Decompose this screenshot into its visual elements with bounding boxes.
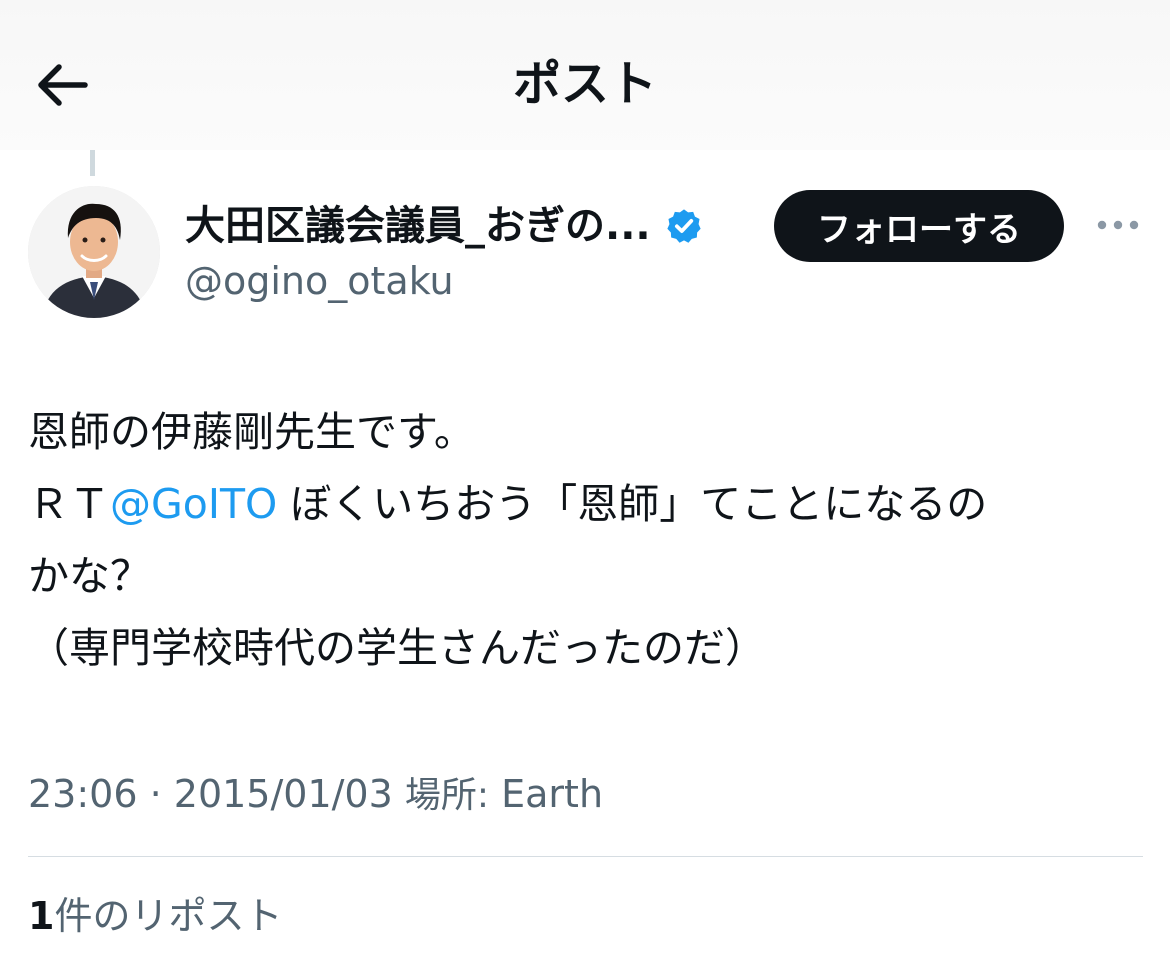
meta-separator: · — [137, 772, 174, 816]
author-name-row[interactable]: 大田区議会議員_おぎの... — [185, 198, 703, 254]
author-display-name[interactable]: 大田区議会議員_おぎの... — [185, 198, 651, 254]
tweet-line-2-text: ぼくいちおう「恩師」てことになるの — [277, 480, 988, 528]
page-title: ポスト — [512, 56, 657, 112]
tweet-time[interactable]: 23:06 — [28, 772, 138, 816]
tweet-line-4: （専門学校時代の学生さんだったのだ） — [28, 624, 766, 672]
more-horizontal-icon — [1097, 220, 1139, 230]
avatar[interactable] — [28, 186, 160, 318]
retweet-prefix: ＲＴ — [28, 480, 110, 528]
author-handle[interactable]: @ogino_otaku — [185, 256, 454, 306]
mention-link[interactable]: @GoITO — [110, 480, 277, 528]
location-value: Earth — [501, 772, 604, 816]
repost-count-link[interactable]: 1件のリポスト — [28, 888, 282, 944]
verified-badge-icon — [666, 209, 701, 243]
avatar-photo — [28, 186, 160, 318]
tweet-line-2: ＲＴ@GoITO ぼくいちおう「恩師」てことになるの — [28, 468, 1148, 540]
tweet-line-3: かな？ — [28, 552, 151, 600]
repost-count: 1 — [28, 894, 55, 938]
divider — [28, 856, 1143, 857]
tweet-line-1: 恩師の伊藤剛先生です。 — [28, 408, 475, 456]
tweet-text: 恩師の伊藤剛先生です。 ＲＴ@GoITO ぼくいちおう「恩師」てことになるの か… — [28, 396, 1148, 684]
more-options-button[interactable] — [1090, 200, 1146, 250]
thread-connector-line — [90, 150, 95, 176]
tweet-date[interactable]: 2015/01/03 — [174, 772, 393, 816]
top-bar: ポスト — [0, 0, 1170, 150]
follow-button[interactable]: フォローする — [774, 190, 1064, 262]
repost-label: 件のリポスト — [54, 894, 283, 938]
location-label: 場所: — [404, 775, 490, 816]
tweet-metadata: 23:06 · 2015/01/03 場所: Earth — [28, 766, 603, 824]
